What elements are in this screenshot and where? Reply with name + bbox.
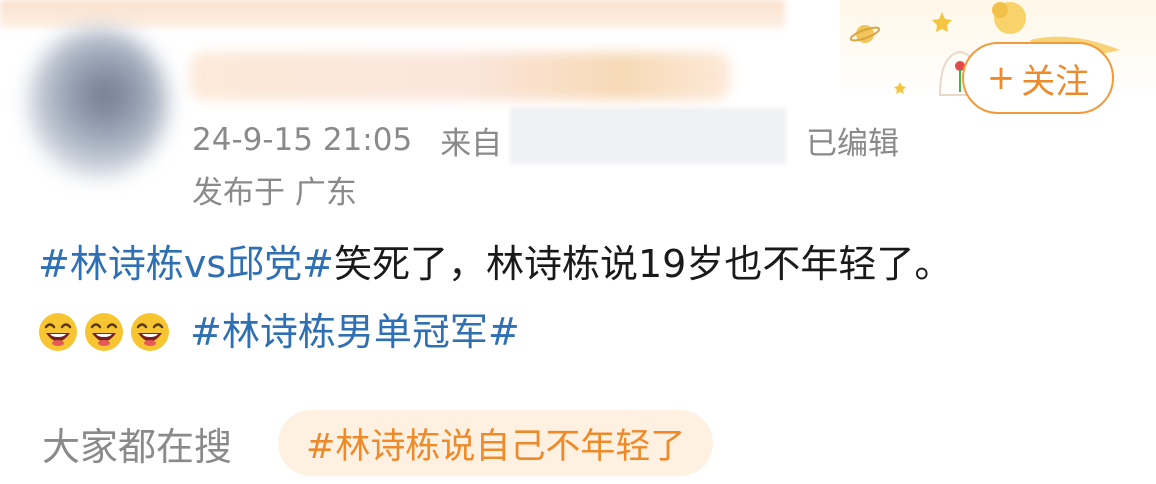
plus-icon: + xyxy=(986,58,1016,98)
avatar[interactable] xyxy=(28,28,168,178)
laughing-face-icon xyxy=(39,313,77,351)
weibo-post-card: + 关注 24-9-15 21:05 来自 已编辑 发布于 广东 #林诗栋vs邱… xyxy=(0,0,1156,484)
laughing-face-icon xyxy=(131,313,169,351)
follow-label: 关注 xyxy=(1021,61,1090,102)
laughing-face-icon xyxy=(85,313,123,351)
post-line-2: #林诗栋男单冠军# xyxy=(38,304,1128,360)
source-prefix: 来自 xyxy=(440,125,503,162)
blurred-top-edge xyxy=(0,0,785,28)
source-redacted xyxy=(510,108,786,164)
post-text: 笑死了，林诗栋说19岁也不年轻了。 xyxy=(333,242,953,286)
timestamp[interactable]: 24-9-15 21:05 xyxy=(192,122,412,158)
post-content: #林诗栋vs邱党#笑死了，林诗栋说19岁也不年轻了。 #林诗栋男单冠军# xyxy=(38,238,1128,360)
edited-label[interactable]: 已编辑 xyxy=(806,120,899,162)
post-line-1: #林诗栋vs邱党#笑死了，林诗栋说19岁也不年轻了。 xyxy=(38,238,1128,290)
post-meta: 24-9-15 21:05 来自 xyxy=(192,120,503,162)
username-redacted[interactable] xyxy=(190,52,730,100)
emoji-group xyxy=(38,312,176,352)
topic-link[interactable]: #林诗栋男单冠军# xyxy=(190,306,520,358)
topic-link[interactable]: #林诗栋vs邱党# xyxy=(38,242,334,286)
trending-search-chip[interactable]: #林诗栋说自己不年轻了 xyxy=(278,410,714,476)
follow-button[interactable]: + 关注 xyxy=(962,42,1114,114)
trending-search-label: 大家都在搜 xyxy=(42,424,233,469)
location: 发布于 广东 xyxy=(192,174,357,211)
